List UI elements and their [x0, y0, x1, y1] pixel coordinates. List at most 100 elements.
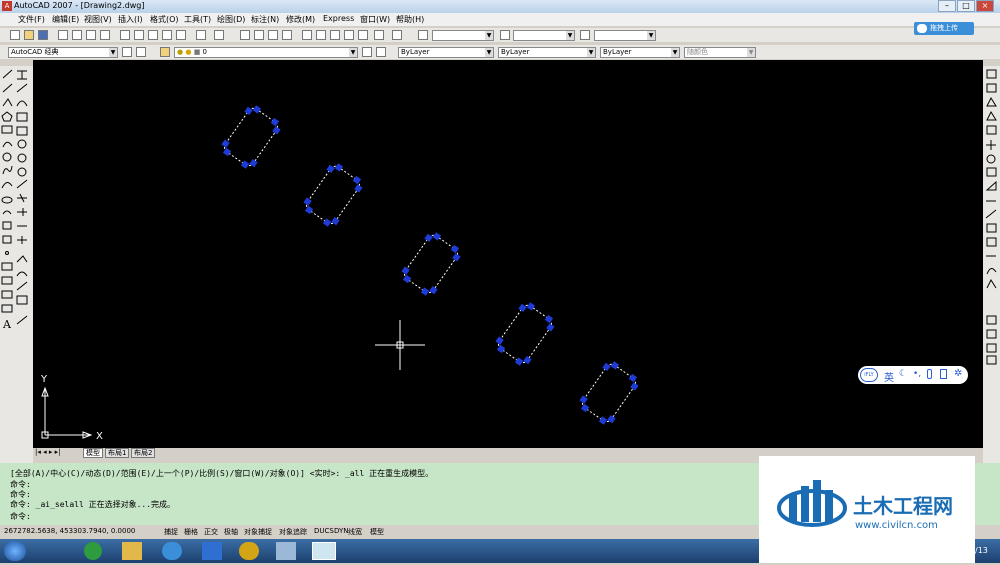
grip-handle[interactable]	[526, 302, 536, 311]
grip-handle[interactable]	[607, 414, 616, 424]
plot-preview-icon[interactable]	[72, 30, 82, 40]
move-tool-icon[interactable]	[17, 139, 27, 149]
grip-handle[interactable]	[222, 147, 232, 157]
osnap-settings-icon[interactable]	[986, 278, 997, 289]
tab-layout1[interactable]: 布局1	[105, 448, 130, 458]
pan-icon[interactable]	[240, 30, 250, 40]
polyline-tool-icon[interactable]	[2, 98, 13, 107]
array-tool-icon[interactable]	[16, 126, 28, 136]
maximize-button[interactable]: □	[957, 0, 975, 12]
selected-shape[interactable]	[492, 299, 558, 369]
sheet-set-icon[interactable]	[344, 30, 354, 40]
dashed-outline[interactable]	[496, 303, 554, 365]
grip-handle[interactable]	[450, 244, 460, 254]
fillet-tool-icon[interactable]	[16, 271, 28, 277]
tab-model[interactable]: 模型	[83, 448, 103, 458]
dashed-outline[interactable]	[222, 106, 280, 168]
hatch-tool-icon[interactable]	[1, 262, 13, 271]
grip-handle[interactable]	[326, 164, 335, 174]
grip-handle[interactable]	[334, 163, 344, 172]
trim-tool-icon[interactable]	[17, 193, 27, 203]
text-style-icon[interactable]	[418, 30, 428, 40]
otrack-toggle[interactable]: 对象追踪	[279, 527, 307, 537]
grip-handle[interactable]	[244, 106, 253, 116]
gradient-tool-icon[interactable]	[1, 276, 13, 285]
dashed-outline[interactable]	[402, 233, 460, 295]
grip-handle[interactable]	[402, 274, 412, 284]
grip-handle[interactable]	[628, 373, 638, 383]
command-input[interactable]: 命令:	[10, 511, 31, 522]
circle-tool-icon[interactable]	[2, 152, 12, 162]
snap-tangent-icon[interactable]	[985, 180, 997, 191]
multiline-text-tool-icon[interactable]: A	[2, 318, 12, 331]
grip-handle[interactable]	[602, 362, 611, 372]
open-folder-icon[interactable]	[24, 30, 34, 40]
grip-handle[interactable]	[221, 139, 230, 148]
calculator-icon[interactable]	[374, 30, 384, 40]
color-combo[interactable]: ByLayer ▼	[398, 47, 494, 58]
menu-file[interactable]: 文件(F)	[18, 14, 45, 25]
menu-modify[interactable]: 修改(M)	[286, 14, 315, 25]
menu-edit[interactable]: 编辑(E)	[52, 14, 79, 25]
dashed-outline[interactable]	[580, 362, 638, 424]
drawing-canvas[interactable]: Y X	[33, 60, 983, 448]
selected-shape[interactable]	[398, 229, 464, 299]
spline-tool-icon[interactable]	[1, 182, 13, 189]
grip-handle[interactable]	[420, 287, 430, 296]
snap-midpoint-icon[interactable]	[986, 96, 997, 107]
grip-handle[interactable]	[354, 184, 363, 193]
explorer-taskbar-icon[interactable]	[122, 542, 142, 560]
minimize-button[interactable]: –	[938, 0, 956, 12]
menu-window[interactable]: 窗口(W)	[360, 14, 390, 25]
dashed-outline[interactable]	[304, 164, 362, 226]
zoom-previous-icon[interactable]	[282, 30, 292, 40]
wps-taskbar-icon[interactable]	[202, 542, 222, 560]
grip-handle[interactable]	[598, 416, 608, 425]
paint-taskbar-icon[interactable]	[276, 542, 296, 560]
model-toggle[interactable]: 模型	[370, 527, 384, 537]
grip-handle[interactable]	[270, 117, 280, 127]
workspace-combo[interactable]: AutoCAD 经典 ▼	[8, 47, 118, 58]
grip-handle[interactable]	[580, 403, 590, 413]
grid-toggle[interactable]: 栅格	[184, 527, 198, 537]
snap-endpoint-icon[interactable]	[986, 83, 997, 93]
grip-handle[interactable]	[272, 126, 281, 135]
region-tool-icon[interactable]	[1, 290, 13, 299]
copy-icon[interactable]	[134, 30, 144, 40]
rotate-tool-icon[interactable]	[17, 153, 27, 163]
join-tool-icon[interactable]	[17, 236, 27, 244]
line-tool-icon[interactable]	[2, 69, 13, 79]
3d-dwf-icon[interactable]	[100, 30, 110, 40]
coordinates-display[interactable]: 2672782.5638, 453303.7940, 0.0000	[4, 527, 135, 535]
tool-palettes-icon[interactable]	[330, 30, 340, 40]
copy-tool-icon[interactable]	[16, 83, 28, 93]
undo-icon[interactable]	[196, 30, 206, 40]
mirror-tool-icon[interactable]	[16, 100, 28, 107]
grip-handle[interactable]	[610, 361, 620, 370]
dimension-tool-icon[interactable]	[16, 295, 28, 305]
markup-icon[interactable]	[358, 30, 368, 40]
model-space[interactable]: Y X	[33, 60, 983, 448]
selected-shape[interactable]	[218, 102, 284, 172]
arc-tool-icon[interactable]	[2, 141, 13, 148]
plotstyle-combo[interactable]: 随颜色 ▼	[684, 47, 756, 58]
menu-insert[interactable]: 插入(I)	[118, 14, 143, 25]
grip-handle[interactable]	[240, 160, 250, 169]
text-style-combo[interactable]: ▼	[432, 30, 494, 41]
match-properties-icon[interactable]	[162, 30, 172, 40]
notepad-icon[interactable]	[940, 369, 947, 379]
print-icon[interactable]	[58, 30, 68, 40]
layer-combo[interactable]: ● ● ■ 0 ▼	[174, 47, 358, 58]
table-style-combo[interactable]: ▼	[594, 30, 656, 41]
snap-node-icon[interactable]	[986, 237, 997, 247]
snap-extension-icon[interactable]	[986, 140, 996, 150]
snap-quadrant-icon[interactable]	[986, 167, 997, 177]
dyn-toggle[interactable]: DYN	[334, 527, 349, 535]
grip-handle[interactable]	[523, 355, 532, 365]
menu-help[interactable]: 帮助(H)	[396, 14, 424, 25]
menu-format[interactable]: 格式(O)	[150, 14, 179, 25]
insert-block-tool-icon[interactable]	[2, 221, 12, 230]
design-center-icon[interactable]	[316, 30, 326, 40]
scale-tool-icon[interactable]	[17, 167, 27, 177]
ime-toolbar[interactable]: iFLY 英 ☾ •, ✲	[858, 366, 968, 384]
